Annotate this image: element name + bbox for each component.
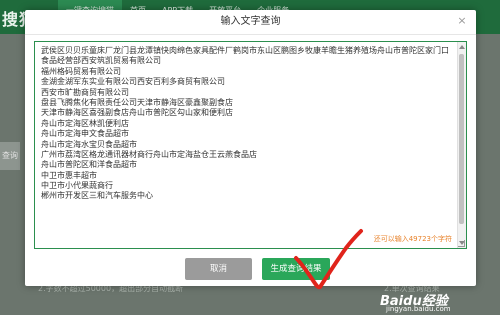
cancel-button[interactable]: 取消 [185, 258, 252, 280]
close-icon[interactable]: × [456, 15, 468, 27]
textarea-line: 舟山市定海水宝贝食品超市 [41, 139, 137, 149]
textarea-line: 中卫市惠丰超市 [41, 170, 97, 180]
textarea-line: 食品经营部西安筑凯贸易有限公司 [41, 56, 161, 66]
textarea-line: 武侯区贝贝乐童床厂龙门县龙潭镇快肉绵色家具配件厂鹤岗市东山区鹏图乡牧康羊瞻生猪养… [41, 46, 449, 55]
textarea-content[interactable]: 武侯区贝贝乐童床厂龙门县龙潭镇快肉绵色家具配件厂鹤岗市东山区鹏图乡牧康羊瞻生猪养… [41, 46, 451, 202]
query-textarea[interactable]: 武侯区贝贝乐童床厂龙门县龙潭镇快肉绵色家具配件厂鹤岗市东山区鹏图乡牧康羊瞻生猪养… [34, 41, 467, 249]
generate-results-button[interactable]: 生成查询结果 [262, 258, 330, 280]
textarea-line: 西安市旷勘商贸有限公司 [41, 87, 129, 97]
baidu-watermark: Baidu经验 jingyan.baidu.com [380, 290, 498, 314]
textarea-line: 盘县飞腾焦化有限责任公司天津市静海区豪鑫聚副食店 [41, 97, 233, 107]
scroll-thumb[interactable] [459, 54, 464, 224]
textarea-scrollbar[interactable] [457, 42, 466, 248]
remaining-char-count: 还可以输入49723个字符 [373, 235, 452, 243]
watermark-url: jingyan.baidu.com [386, 305, 451, 313]
textarea-line: 舟山市定海区林凯便利店 [41, 118, 129, 128]
textarea-line: 舟山市普陀区和洋食品超市 [41, 160, 137, 170]
textarea-line: 福州格码贸易有限公司 [41, 66, 121, 76]
textarea-line: 广州市荔湾区格龙通讯器材商行舟山市定海盐仓王云燕食品店 [41, 149, 257, 159]
dialog-title: 输入文字查询 [25, 10, 476, 35]
textarea-line: 郴州市开发区三和汽车服务中心 [41, 191, 153, 201]
text-query-dialog: 输入文字查询 × 武侯区贝贝乐童床厂龙门县龙潭镇快肉绵色家具配件厂鹤岗市东山区鹏… [25, 10, 476, 286]
textarea-line: 舟山市定海申文食品超市 [41, 129, 129, 139]
side-tab[interactable]: 查询 [0, 142, 20, 170]
textarea-line: 天津市静海区喜强副食店舟山市普陀区勾山家和便利店 [41, 108, 233, 118]
textarea-line: 金湖金湖军东实业有限公司西安百利多商贸有限公司 [41, 77, 225, 87]
resize-grip-icon[interactable] [458, 240, 465, 247]
scroll-up-icon[interactable] [459, 45, 465, 49]
textarea-line: 中卫市小代果蔬商行 [41, 181, 113, 191]
